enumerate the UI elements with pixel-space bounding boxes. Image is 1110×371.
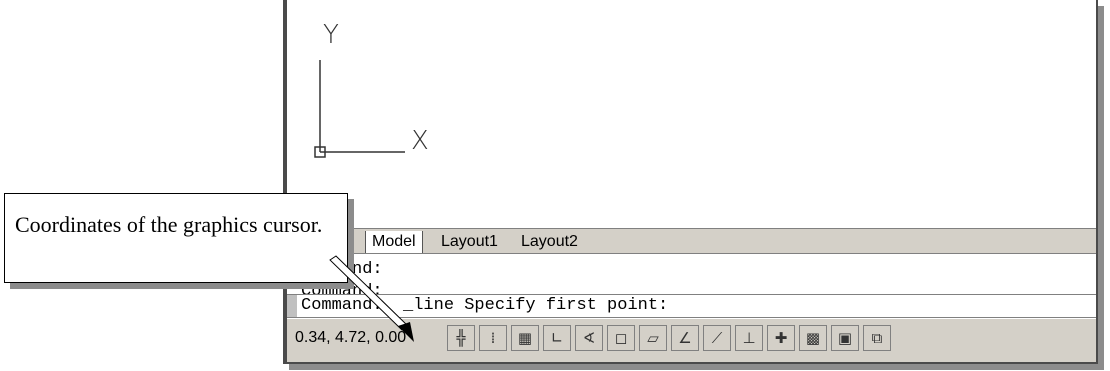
ucs-y-label: Y	[323, 20, 339, 50]
infer-constraints-icon[interactable]: ╬	[447, 325, 475, 351]
transparency-icon[interactable]: ▩	[799, 325, 827, 351]
layout-tab-bar: ◀ ◀ ▶ ▶ Model Layout1 Layout2	[287, 228, 1096, 254]
status-bar: 0.34, 4.72, 0.00 ╬ ⁞ ▦ ∟ ∢ ◻ ▱ ∠ ⟋ ⊥ ✚ ▩…	[287, 318, 1096, 362]
dynamic-input-icon[interactable]: ⊥	[735, 325, 763, 351]
object-snap-tracking-icon[interactable]: ∠	[671, 325, 699, 351]
command-prompt[interactable]: Command: _line Specify first point:	[301, 296, 668, 315]
3d-object-snap-icon[interactable]: ▱	[639, 325, 667, 351]
grid-display-icon[interactable]: ▦	[511, 325, 539, 351]
dynamic-ucs-icon[interactable]: ⟋	[703, 325, 731, 351]
ucs-icon	[314, 60, 405, 158]
autocad-window: Y X ◀ ◀ ▶ ▶ Model Layout1 Layout2 Comman…	[283, 0, 1098, 364]
selection-cycling-icon[interactable]: ⧉	[863, 325, 891, 351]
lineweight-icon[interactable]: ✚	[767, 325, 795, 351]
command-line-gutter	[287, 295, 297, 317]
coordinates-readout[interactable]: 0.34, 4.72, 0.00	[295, 327, 435, 349]
callout-box: Coordinates of the graphics cursor.	[4, 193, 348, 283]
polar-tracking-icon[interactable]: ∢	[575, 325, 603, 351]
ortho-mode-icon[interactable]: ∟	[543, 325, 571, 351]
tab-model[interactable]: Model	[365, 231, 423, 253]
object-snap-icon[interactable]: ◻	[607, 325, 635, 351]
ucs-x-label: X	[411, 126, 429, 156]
command-line[interactable]: Command: _line Specify first point:	[287, 294, 1096, 318]
quick-properties-icon[interactable]: ▣	[831, 325, 859, 351]
drawing-viewport[interactable]: Y X	[287, 0, 1096, 228]
snap-mode-icon[interactable]: ⁞	[479, 325, 507, 351]
tab-layout2[interactable]: Layout2	[515, 231, 584, 253]
callout-text: Coordinates of the graphics cursor.	[15, 212, 323, 237]
tab-layout1[interactable]: Layout1	[435, 231, 504, 253]
